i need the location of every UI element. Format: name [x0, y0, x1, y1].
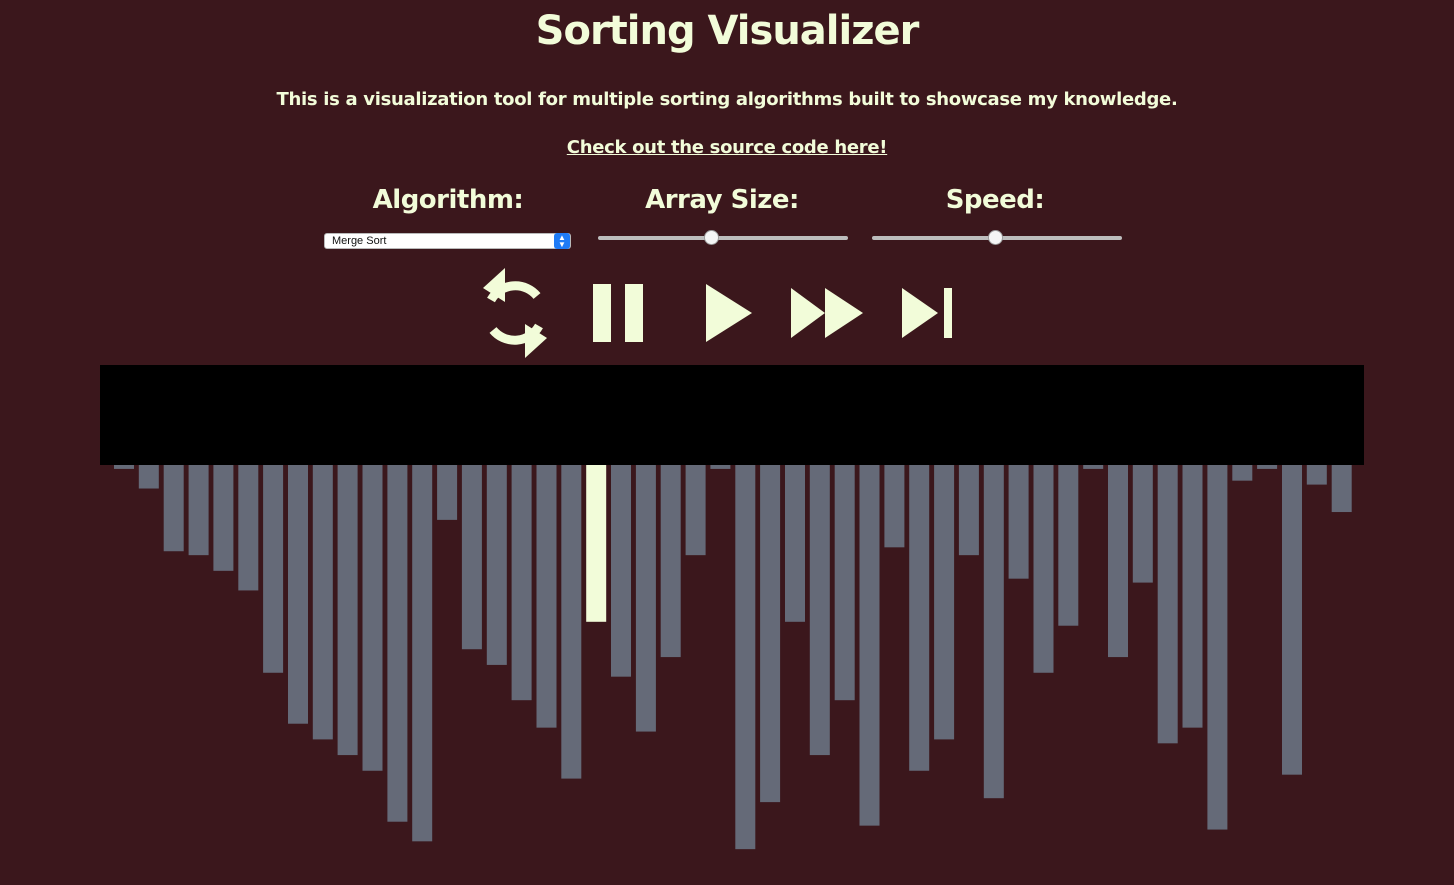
array-bar — [1257, 465, 1278, 469]
array-bar — [362, 465, 383, 771]
array-bar — [1083, 465, 1104, 469]
reset-icon — [483, 268, 547, 358]
array-bar — [1058, 465, 1079, 626]
select-updown-icon: ▲ ▼ — [554, 233, 570, 249]
array-bar — [1157, 465, 1178, 744]
array-bar — [188, 465, 209, 556]
array-bar — [337, 465, 358, 756]
array-bar — [1033, 465, 1054, 673]
array-bar — [387, 465, 408, 822]
page-title: Sorting Visualizer — [535, 8, 920, 54]
array-bar — [660, 465, 681, 658]
array-bar — [1182, 465, 1203, 728]
array-bar — [263, 465, 284, 673]
array-bar — [238, 465, 259, 591]
play-icon — [706, 284, 752, 342]
speed-slider[interactable] — [872, 229, 1122, 247]
array-size-slider[interactable] — [598, 229, 848, 247]
array-bar — [785, 465, 805, 622]
visualizer-stage — [100, 365, 1364, 465]
algorithm-select-value: Merge Sort — [332, 235, 387, 247]
array-bar — [611, 465, 631, 677]
array-bar — [834, 465, 855, 701]
fast-forward-button[interactable] — [785, 266, 865, 360]
skip-to-end-button[interactable] — [890, 266, 970, 360]
array-bar — [1306, 465, 1327, 485]
array-bar — [412, 465, 433, 842]
array-bar — [1282, 465, 1302, 775]
array-bar — [511, 465, 532, 701]
pause-button[interactable] — [580, 266, 660, 360]
array-bar — [1232, 465, 1253, 481]
array-bar — [561, 465, 582, 779]
pause-icon — [593, 284, 643, 342]
fast-forward-icon — [791, 288, 863, 338]
array-bar — [760, 465, 781, 803]
speed-label: Speed: — [945, 185, 1045, 215]
array-bar — [114, 465, 134, 469]
array-bar — [859, 465, 880, 826]
source-code-link[interactable]: Check out the source code here! — [567, 137, 888, 158]
array-size-label: Array Size: — [645, 185, 799, 215]
array-bar — [934, 465, 955, 740]
array-bar — [635, 465, 656, 732]
array-bar — [486, 465, 507, 665]
array-bar — [735, 465, 756, 850]
array-bar — [138, 465, 159, 489]
speed-thumb[interactable] — [987, 230, 1003, 245]
algorithm-label: Algorithm: — [372, 185, 524, 215]
array-bar — [1207, 465, 1228, 830]
active-bar — [586, 465, 607, 622]
array-bar — [163, 465, 184, 552]
array-bar — [312, 465, 333, 740]
array-bar — [983, 465, 1004, 799]
reset-button[interactable] — [475, 266, 555, 360]
array-bar — [213, 465, 234, 571]
array-bar — [1108, 465, 1128, 658]
algorithm-select[interactable]: Merge Sort ▲ ▼ — [324, 233, 571, 249]
array-bar — [1008, 465, 1029, 579]
array-bar — [461, 465, 482, 650]
array-bar — [958, 465, 979, 556]
array-bar — [1331, 465, 1352, 513]
array-bar — [1132, 465, 1153, 583]
array-bar — [536, 465, 557, 728]
source-code-link-row: Check out the source code here! — [0, 137, 1454, 158]
array-size-track — [598, 236, 848, 240]
array-bar — [710, 465, 731, 469]
sorting-visualizer-page: Sorting Visualizer This is a visualizati… — [0, 0, 1454, 885]
array-bar — [437, 465, 458, 520]
page-description: This is a visualization tool for multipl… — [276, 89, 1178, 110]
skip-to-end-icon — [902, 288, 952, 338]
array-bar — [809, 465, 830, 756]
array-bar — [884, 465, 905, 548]
array-size-thumb[interactable] — [703, 230, 719, 245]
array-bar — [685, 465, 706, 556]
array-bar — [288, 465, 308, 724]
array-bar — [909, 465, 930, 771]
play-button[interactable] — [690, 266, 770, 360]
